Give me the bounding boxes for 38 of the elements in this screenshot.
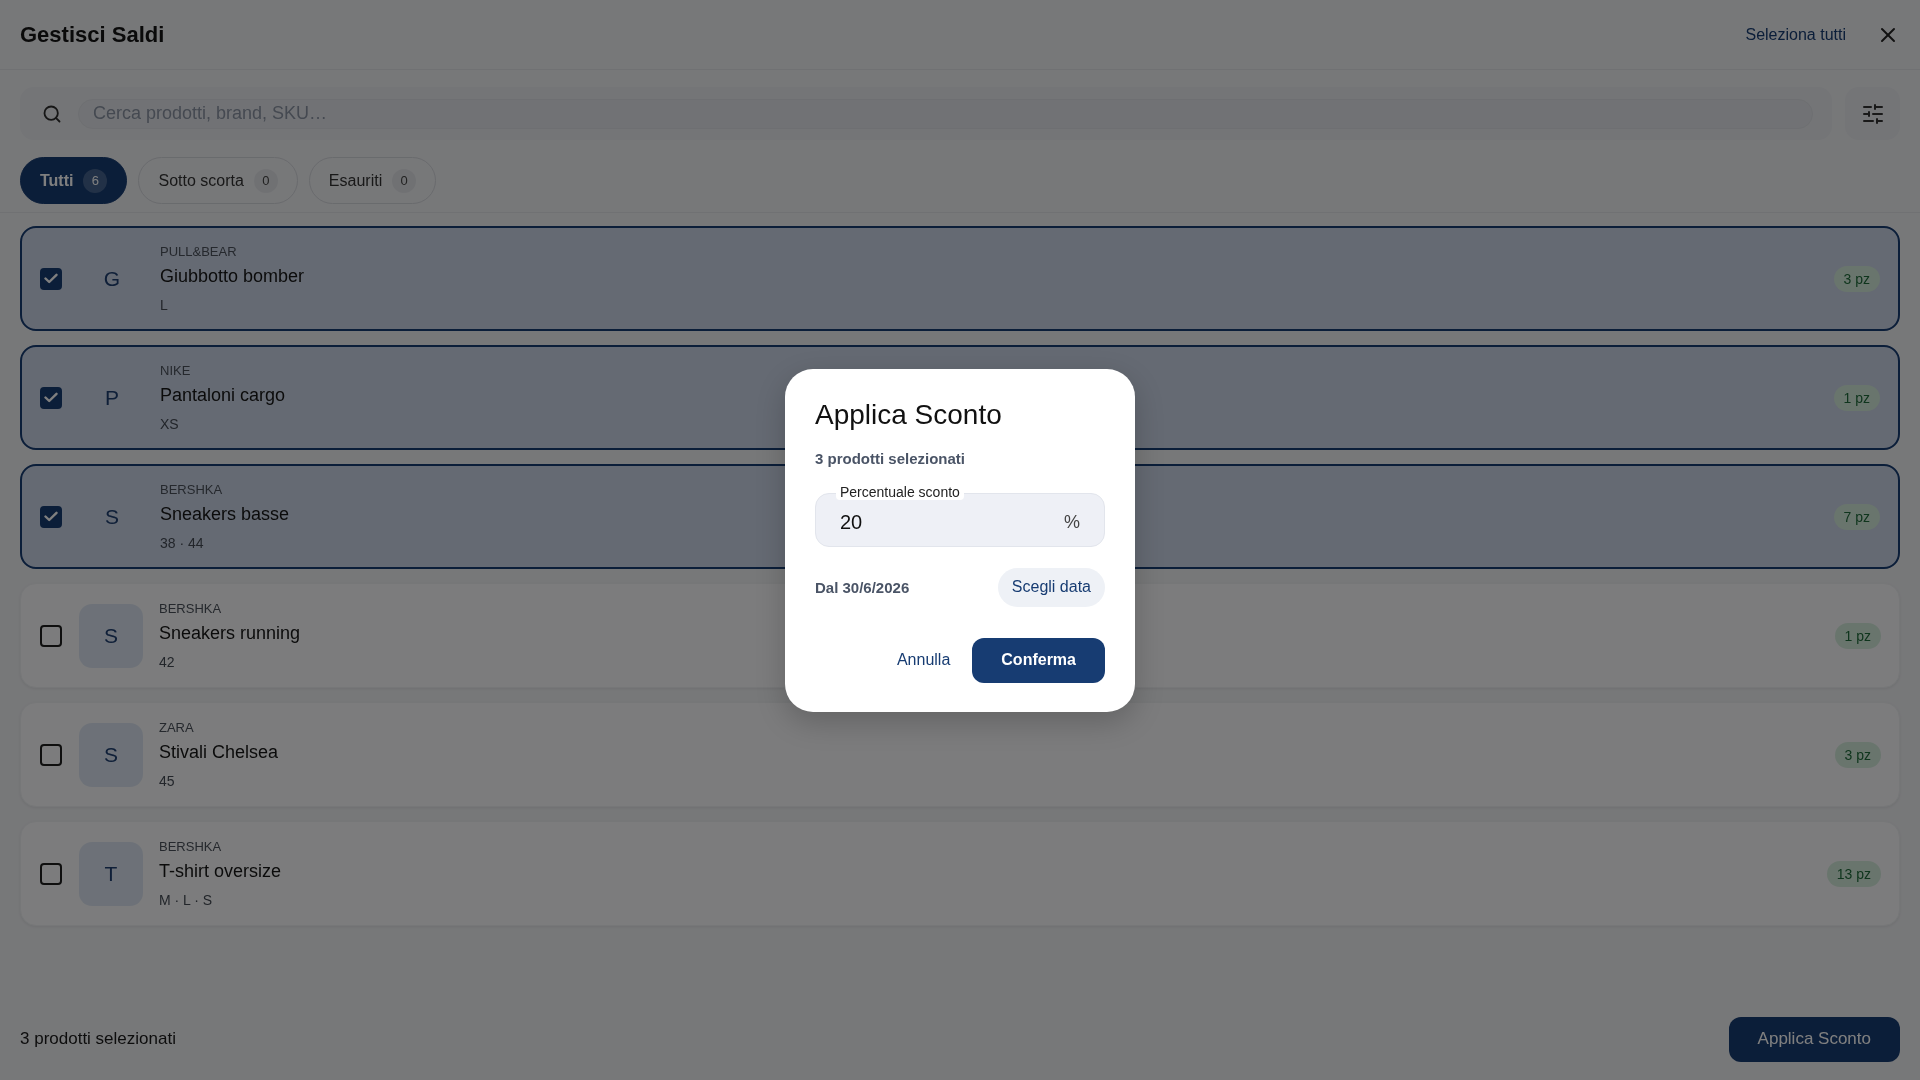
product-name: Pantaloni cargo [160,383,286,407]
product-sizes: 42 [159,652,175,671]
product-sizes: L [160,295,168,314]
product-name: Stivali Chelsea [159,740,279,764]
stock-badge: 1 pz [1834,622,1881,649]
stock-badge: 3 pz [1833,265,1880,292]
product-avatar: P [104,384,120,411]
product-brand: BERSHKA [159,838,222,855]
product-brand: BERSHKA [160,481,223,498]
product-sizes: M · L · S [159,890,213,909]
selection-summary: 3 prodotti selezionati [20,1029,176,1049]
percent-suffix: % [1064,511,1080,532]
start-date: Dal 30/6/2026 [815,578,910,596]
dialog-title: Applica Sconto [815,397,1002,432]
product-avatar: G [102,265,122,292]
product-sizes: XS [160,414,179,433]
chip-count: 0 [392,168,417,193]
stock-badge: 13 pz [1826,860,1881,887]
product-brand: NIKE [160,362,191,379]
product-brand: PULL&BEAR [160,243,237,260]
stock-badge: 7 pz [1833,503,1880,530]
product-brand: BERSHKA [159,600,222,617]
product-name: T-shirt oversize [159,859,282,883]
stock-badge: 3 pz [1834,741,1881,768]
field-label: Percentuale sconto [836,483,964,500]
product-avatar: T [79,841,143,906]
product-avatar: S [104,503,120,530]
product-avatar: S [79,722,143,787]
product-sizes: 38 · 44 [160,533,204,552]
stock-badge: 1 pz [1833,384,1880,411]
product-brand: ZARA [159,719,194,736]
product-name: Giubbotto bomber [160,264,305,288]
chip-count: 0 [253,168,278,193]
product-name: Sneakers running [159,621,301,645]
product-avatar: S [79,603,143,668]
page-title: Gestisci Saldi [20,21,165,48]
product-name: Sneakers basse [160,502,290,526]
product-sizes: 45 [159,771,175,790]
